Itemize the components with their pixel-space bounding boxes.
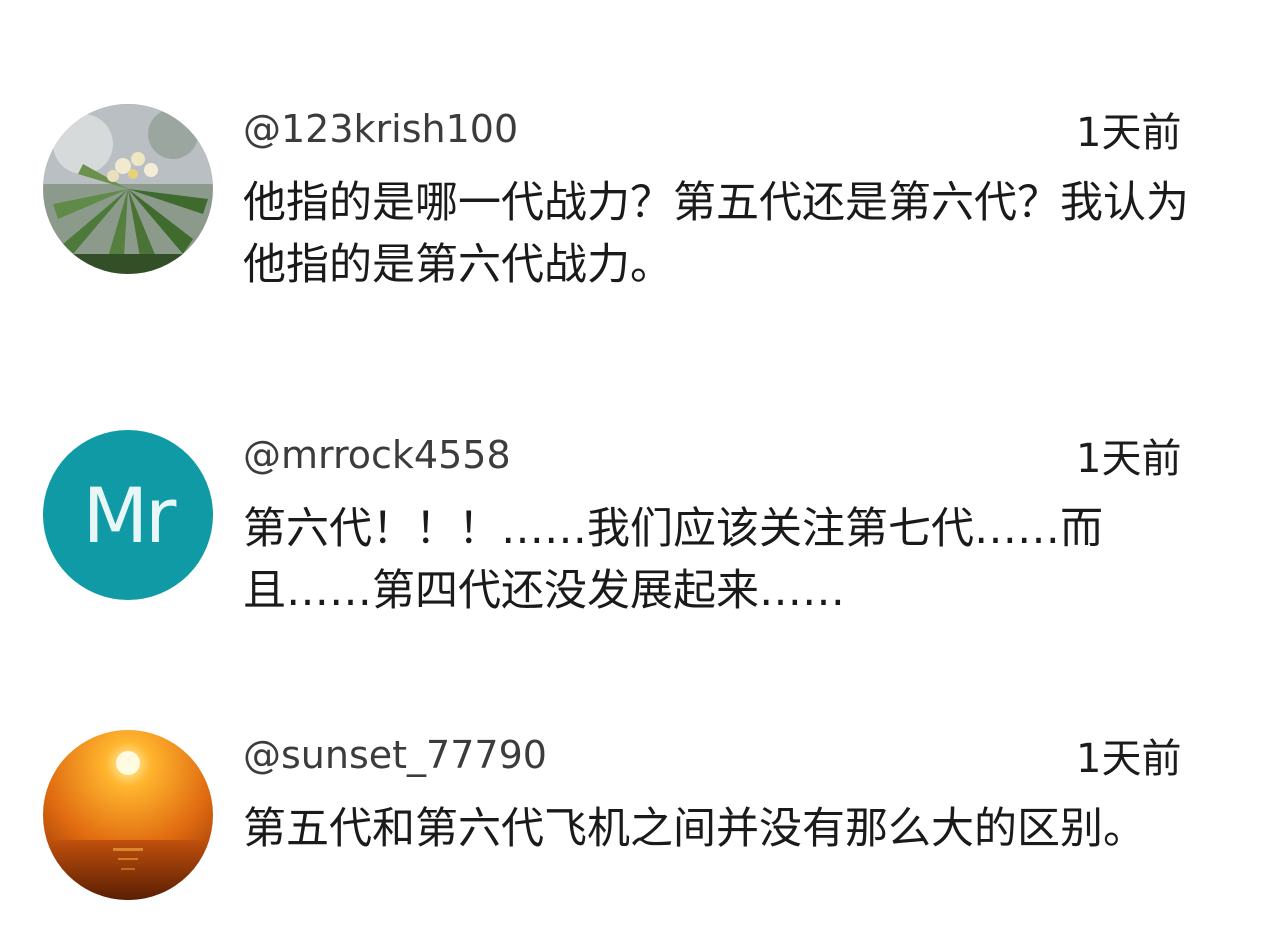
nav-gesture-bar bbox=[1180, 880, 1260, 920]
comment-text: 第五代和第六代飞机之间并没有那么大的区别。 bbox=[243, 804, 1146, 854]
comment-text: 第六代！！！……我们应该关注第七代……而且……第四代还没发展起来…… bbox=[243, 504, 1103, 616]
sunset-photo-icon bbox=[43, 730, 213, 900]
avatar[interactable] bbox=[43, 730, 213, 900]
comment-text: 他指的是哪一代战力？第五代还是第六代？我认为他指的是第六代战力。 bbox=[243, 178, 1189, 290]
comment-timestamp: 1天前 bbox=[1076, 736, 1182, 782]
comment-timestamp: 1天前 bbox=[1076, 110, 1182, 156]
plant-photo-icon bbox=[43, 104, 213, 274]
comment-timestamp: 1天前 bbox=[1076, 436, 1182, 482]
comments-screen: @123krish100 1天前 他指的是哪一代战力？第五代还是第六代？我认为他… bbox=[0, 0, 1280, 952]
avatar[interactable]: Mr bbox=[43, 430, 213, 600]
comment-username[interactable]: @mrrock4558 bbox=[243, 430, 511, 480]
comment-username[interactable]: @123krish100 bbox=[243, 104, 518, 154]
avatar[interactable] bbox=[43, 104, 213, 274]
comment-username[interactable]: @sunset_77790 bbox=[243, 730, 547, 780]
